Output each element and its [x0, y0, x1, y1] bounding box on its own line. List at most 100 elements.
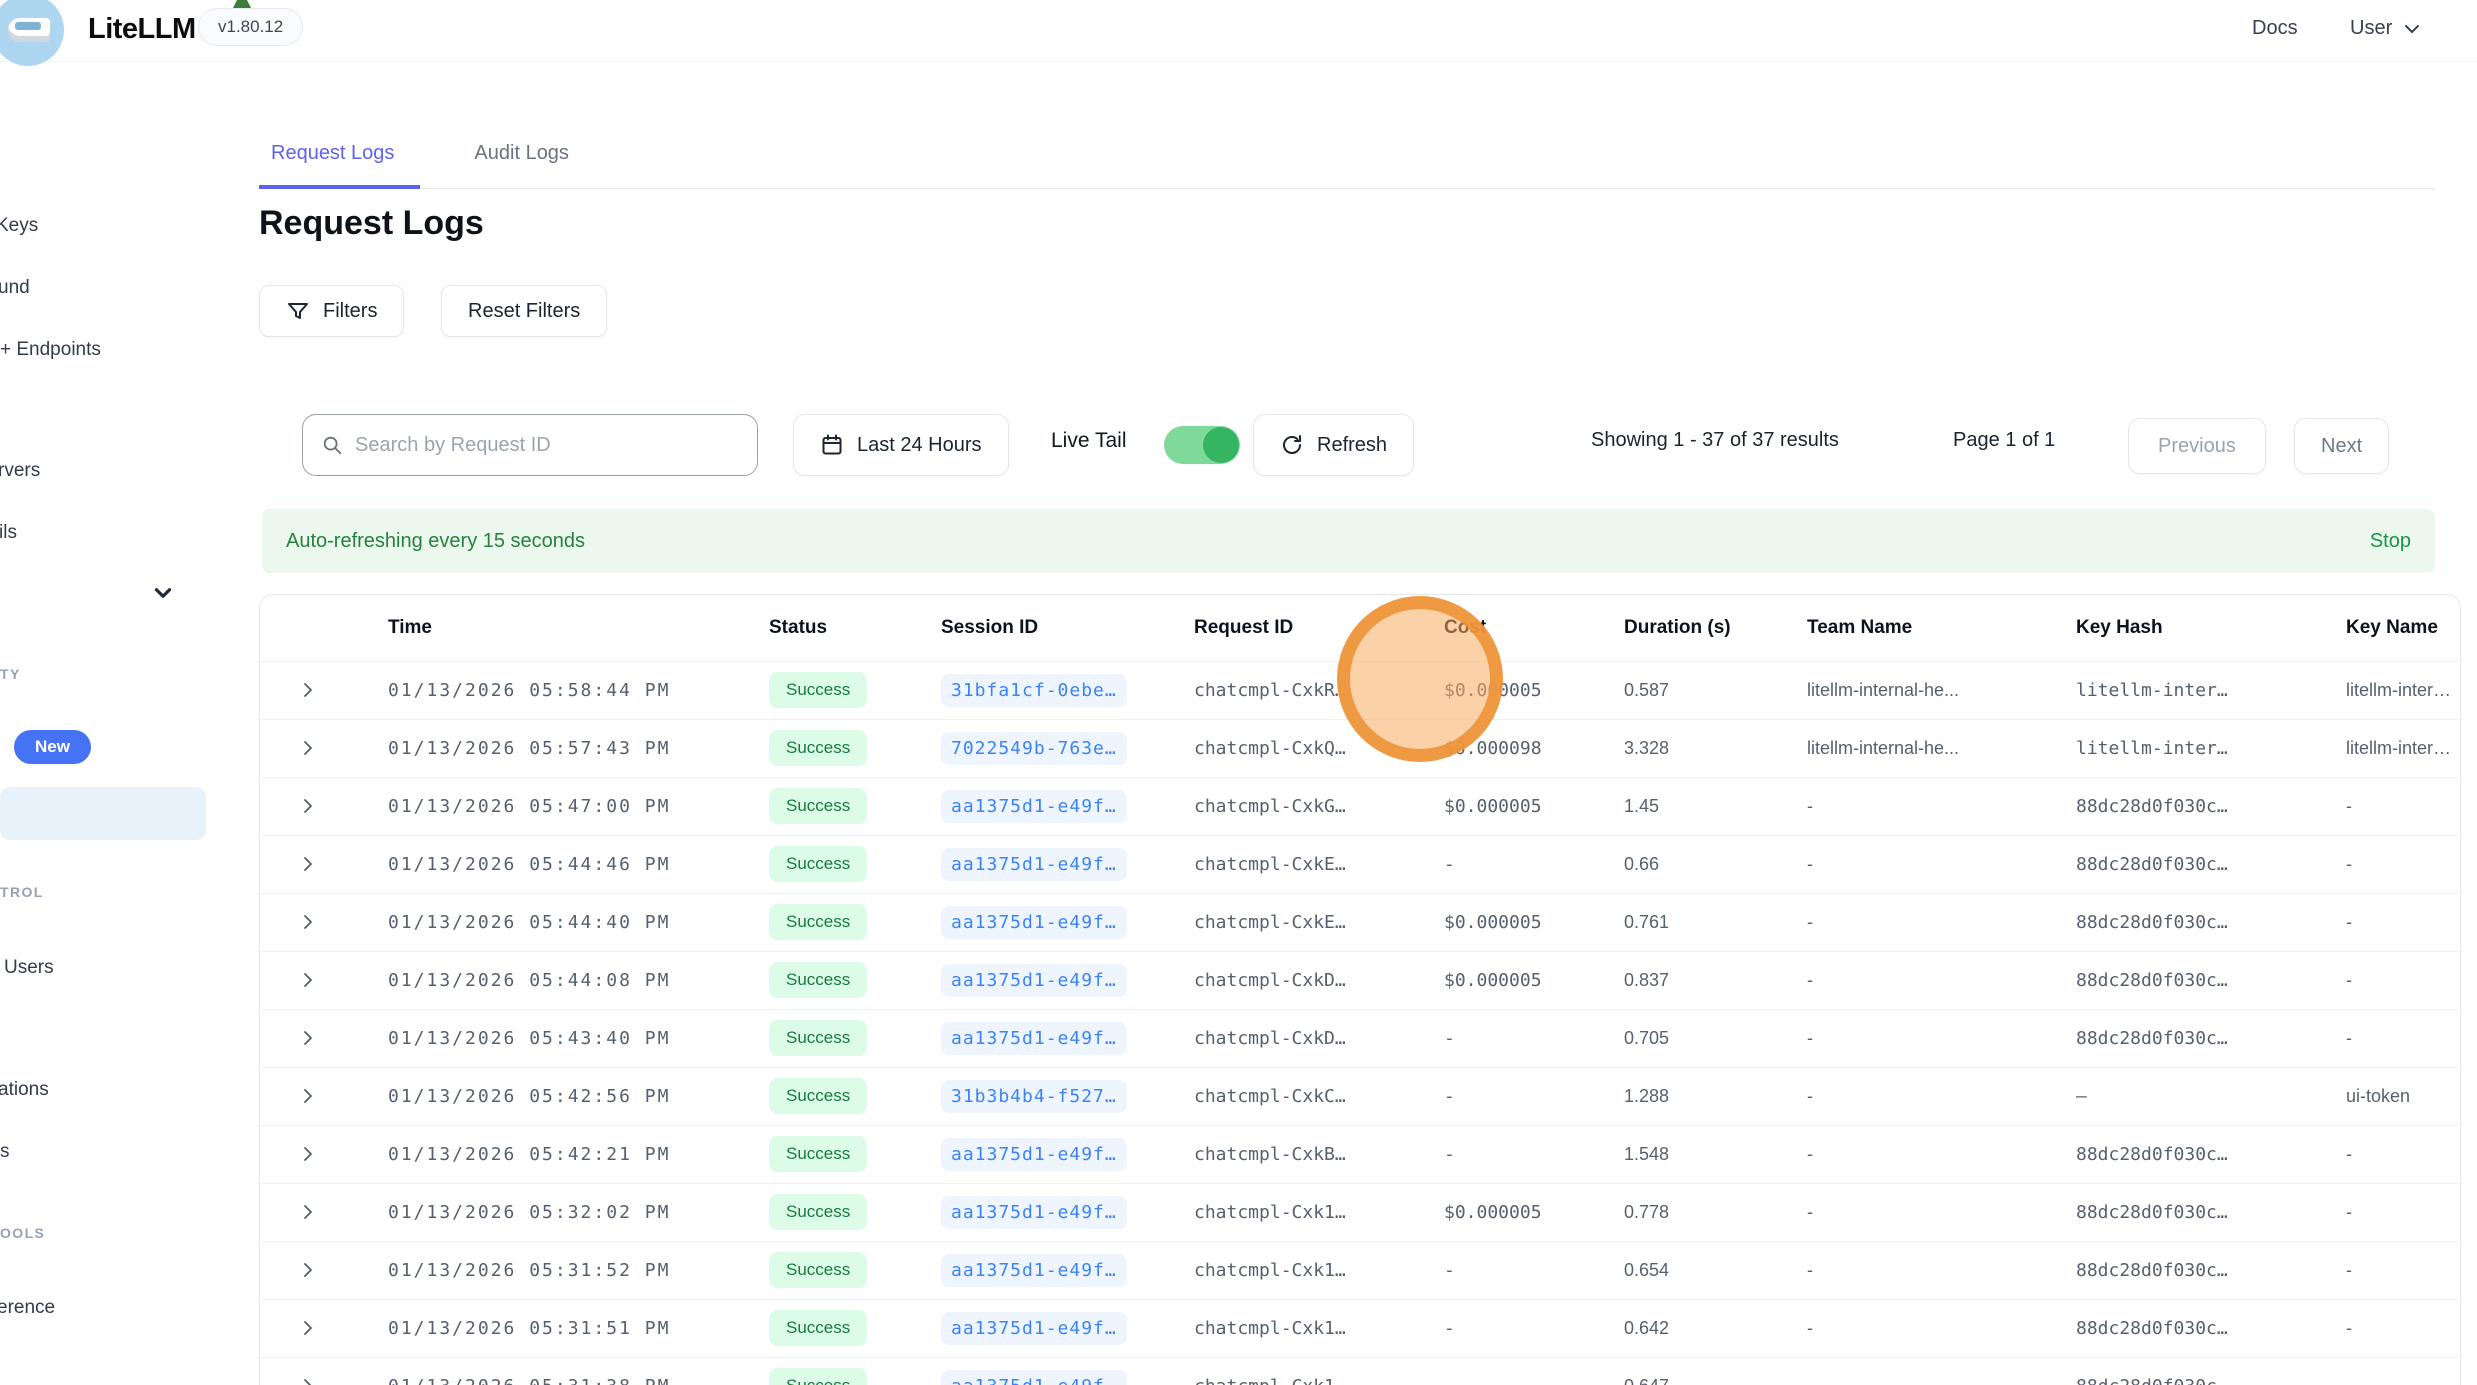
- log-cost: -: [1428, 835, 1608, 893]
- filters-button-label: Filters: [323, 300, 377, 323]
- expand-row-button[interactable]: [260, 1067, 356, 1125]
- session-id-link[interactable]: 31b3b4b4-f527…: [941, 1080, 1127, 1113]
- sidebar-item-teams[interactable]: s: [0, 1141, 10, 1163]
- log-request-id: chatcmpl-CxkE…: [1178, 893, 1428, 951]
- reset-filters-button[interactable]: Reset Filters: [441, 285, 607, 337]
- sidebar-section-access-control: TROL: [0, 884, 44, 900]
- sidebar-collapse-chevron-icon[interactable]: [150, 580, 176, 606]
- sidebar-item-logs-selected[interactable]: [0, 787, 206, 840]
- log-key-name: -: [2330, 951, 2461, 1009]
- log-row[interactable]: 01/13/2026 05:44:40 PM Success aa1375d1-…: [260, 893, 2461, 951]
- log-row[interactable]: 01/13/2026 05:44:08 PM Success aa1375d1-…: [260, 951, 2461, 1009]
- time-range-label: Last 24 Hours: [857, 434, 982, 457]
- log-key-hash: litellm-inter…: [2060, 719, 2330, 777]
- search-icon: [321, 433, 343, 457]
- session-id-link[interactable]: aa1375d1-e49f…: [941, 790, 1127, 823]
- log-status: Success: [753, 1241, 925, 1299]
- expand-row-button[interactable]: [260, 1357, 356, 1385]
- session-id-link[interactable]: aa1375d1-e49f…: [941, 964, 1127, 997]
- expand-row-button[interactable]: [260, 1009, 356, 1067]
- expand-row-button[interactable]: [260, 1183, 356, 1241]
- chevron-right-icon: [298, 970, 318, 990]
- log-session-id: 7022549b-763e…: [925, 719, 1178, 777]
- log-session-id: aa1375d1-e49f…: [925, 1125, 1178, 1183]
- log-duration: 0.654: [1608, 1241, 1791, 1299]
- session-id-link[interactable]: aa1375d1-e49f…: [941, 1312, 1127, 1345]
- sidebar-item-organizations[interactable]: ations: [0, 1079, 49, 1101]
- expand-row-button[interactable]: [260, 1299, 356, 1357]
- log-session-id: aa1375d1-e49f…: [925, 835, 1178, 893]
- log-duration: 0.761: [1608, 893, 1791, 951]
- log-cost: -: [1428, 1241, 1608, 1299]
- log-row[interactable]: 01/13/2026 05:42:21 PM Success aa1375d1-…: [260, 1125, 2461, 1183]
- log-row[interactable]: 01/13/2026 05:42:56 PM Success 31b3b4b4-…: [260, 1067, 2461, 1125]
- log-duration: 0.587: [1608, 661, 1791, 719]
- page-indicator: Page 1 of 1: [1953, 429, 2055, 452]
- log-row[interactable]: 01/13/2026 05:31:52 PM Success aa1375d1-…: [260, 1241, 2461, 1299]
- log-row[interactable]: 01/13/2026 05:31:51 PM Success aa1375d1-…: [260, 1299, 2461, 1357]
- filters-button[interactable]: Filters: [259, 285, 404, 337]
- session-id-link[interactable]: aa1375d1-e49f…: [941, 906, 1127, 939]
- search-request-id-input[interactable]: [355, 434, 739, 457]
- sidebar-item-models-endpoints[interactable]: + Endpoints: [0, 339, 101, 361]
- expand-row-button[interactable]: [260, 777, 356, 835]
- log-status: Success: [753, 1125, 925, 1183]
- session-id-link[interactable]: 31bfa1cf-0ebe…: [941, 674, 1127, 707]
- sidebar-item-internal-users[interactable]: Users: [4, 957, 54, 979]
- sidebar-item-playground[interactable]: und: [0, 277, 30, 299]
- expand-row-button[interactable]: [260, 1125, 356, 1183]
- log-row[interactable]: 01/13/2026 05:32:02 PM Success aa1375d1-…: [260, 1183, 2461, 1241]
- log-status: Success: [753, 1067, 925, 1125]
- session-id-link[interactable]: aa1375d1-e49f…: [941, 1254, 1127, 1287]
- expand-row-button[interactable]: [260, 1241, 356, 1299]
- session-id-link[interactable]: 7022549b-763e…: [941, 732, 1127, 765]
- log-row[interactable]: 01/13/2026 05:31:38 PM Success aa1375d1-…: [260, 1357, 2461, 1385]
- log-status: Success: [753, 719, 925, 777]
- session-id-link[interactable]: aa1375d1-e49f…: [941, 848, 1127, 881]
- tab-request-logs[interactable]: Request Logs: [259, 136, 420, 189]
- log-key-name: -: [2330, 835, 2461, 893]
- sidebar-item-api-reference[interactable]: erence: [0, 1297, 55, 1319]
- expand-row-button[interactable]: [260, 893, 356, 951]
- session-id-link[interactable]: aa1375d1-e49f…: [941, 1196, 1127, 1229]
- log-row[interactable]: 01/13/2026 05:47:00 PM Success aa1375d1-…: [260, 777, 2461, 835]
- log-duration: 0.705: [1608, 1009, 1791, 1067]
- log-cost: -: [1428, 1009, 1608, 1067]
- page-title: Request Logs: [259, 204, 484, 243]
- log-duration: 0.66: [1608, 835, 1791, 893]
- log-key-hash: –: [2060, 1067, 2330, 1125]
- chevron-right-icon: [298, 680, 318, 700]
- brand-title[interactable]: LiteLLM: [88, 13, 196, 46]
- next-page-button[interactable]: Next: [2294, 418, 2389, 474]
- previous-page-button[interactable]: Previous: [2128, 418, 2266, 474]
- session-id-link[interactable]: aa1375d1-e49f…: [941, 1138, 1127, 1171]
- log-key-name: -: [2330, 1299, 2461, 1357]
- log-status: Success: [753, 777, 925, 835]
- docs-link[interactable]: Docs: [2252, 17, 2298, 40]
- expand-row-button[interactable]: [260, 661, 356, 719]
- status-badge: Success: [769, 1252, 867, 1288]
- status-badge: Success: [769, 1136, 867, 1172]
- time-range-button[interactable]: Last 24 Hours: [793, 414, 1009, 476]
- col-status: Status: [753, 595, 925, 661]
- log-cost: $0.000005: [1428, 777, 1608, 835]
- log-team-name: -: [1791, 1299, 2060, 1357]
- log-key-hash: 88dc28d0f030c…: [2060, 1125, 2330, 1183]
- session-id-link[interactable]: aa1375d1-e49f…: [941, 1370, 1127, 1385]
- log-row[interactable]: 01/13/2026 05:44:46 PM Success aa1375d1-…: [260, 835, 2461, 893]
- log-duration: 3.328: [1608, 719, 1791, 777]
- tab-audit-logs[interactable]: Audit Logs: [462, 136, 595, 188]
- sidebar-item-mcp-servers[interactable]: rvers: [0, 460, 40, 482]
- expand-row-button[interactable]: [260, 719, 356, 777]
- log-key-name: -: [2330, 1241, 2461, 1299]
- refresh-button[interactable]: Refresh: [1253, 414, 1414, 476]
- stop-auto-refresh-button[interactable]: Stop: [2370, 530, 2411, 553]
- user-menu[interactable]: User: [2350, 17, 2422, 40]
- expand-row-button[interactable]: [260, 951, 356, 1009]
- expand-row-button[interactable]: [260, 835, 356, 893]
- sidebar-item-virtual-keys[interactable]: Keys: [0, 215, 38, 237]
- sidebar-item-guardrails[interactable]: ils: [0, 522, 17, 544]
- session-id-link[interactable]: aa1375d1-e49f…: [941, 1022, 1127, 1055]
- live-tail-toggle[interactable]: [1164, 426, 1240, 464]
- log-row[interactable]: 01/13/2026 05:43:40 PM Success aa1375d1-…: [260, 1009, 2461, 1067]
